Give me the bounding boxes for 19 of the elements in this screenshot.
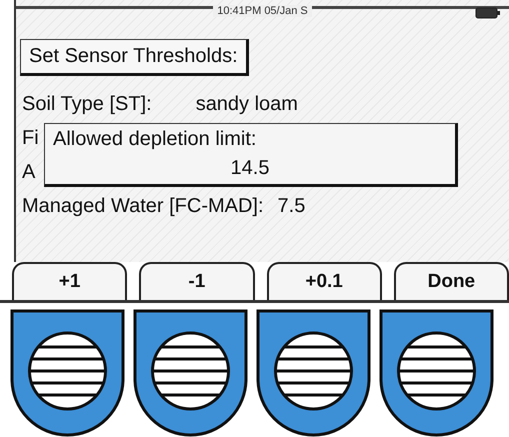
softkey-button[interactable]: -1: [139, 262, 254, 300]
setting-value: sandy loam: [196, 92, 298, 116]
hardware-button[interactable]: [10, 309, 125, 437]
status-time: 10:41PM 05/Jan S: [213, 5, 312, 17]
dialog-title: Allowed depletion limit:: [53, 128, 256, 151]
softkey-button[interactable]: +1: [12, 262, 128, 300]
setting-label: Soil Type [ST]:: [22, 92, 152, 116]
softkey-button[interactable]: +0.1: [266, 262, 382, 300]
dialog-value: 14.5: [230, 157, 270, 180]
hardware-button[interactable]: [256, 309, 371, 437]
hardware-button[interactable]: [379, 309, 494, 437]
hardware-button[interactable]: [133, 309, 248, 437]
setting-label: A: [22, 160, 36, 184]
setting-label: Fi: [22, 126, 39, 150]
softkey-button[interactable]: Done: [394, 262, 509, 300]
setting-label: Managed Water [FC-MAD]:: [22, 194, 264, 218]
setting-value: 7.5: [278, 194, 306, 218]
battery-icon: [475, 7, 501, 19]
screen-title: Set Sensor Thresholds:: [20, 39, 249, 76]
